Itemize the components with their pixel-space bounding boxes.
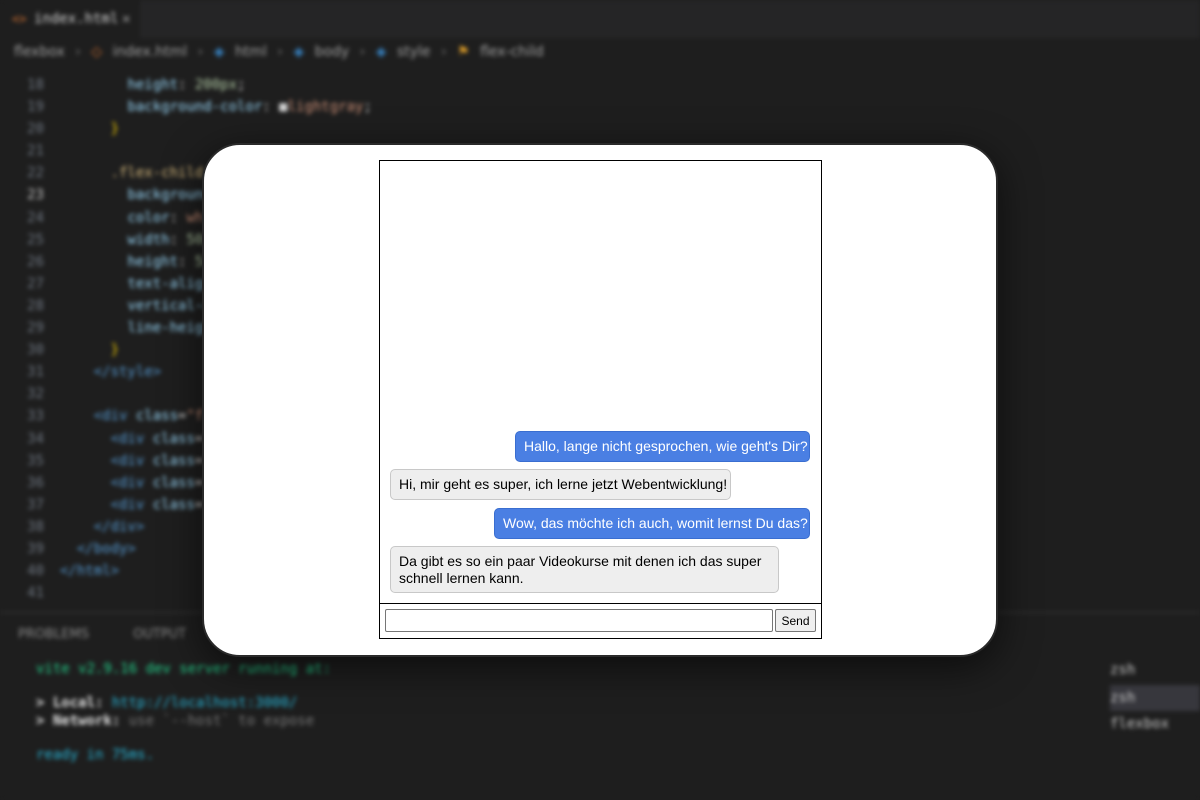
tab-output[interactable]: OUTPUT (133, 627, 186, 642)
terminal-network-label: > Network: (36, 713, 121, 729)
chevron-right-icon: › (359, 44, 366, 60)
code-text: </html> (60, 563, 120, 580)
line-number: 21 (27, 143, 44, 160)
terminal-local-label: > Local: (36, 695, 104, 711)
line-number: 31 (27, 364, 44, 381)
line-number: 18 (27, 77, 44, 93)
terminal-shell-item[interactable]: zsh flexbox (1110, 685, 1200, 732)
tab-problems[interactable]: PROBLEMS (18, 627, 89, 642)
line-number: 19 (27, 99, 44, 116)
line-number: 30 (27, 342, 44, 359)
editor-tab-bar: <> index.html ✕ (0, 0, 1200, 38)
editor-tab-label: index.html (34, 11, 119, 27)
chevron-right-icon: › (197, 44, 204, 60)
line-number: 33 (27, 408, 44, 425)
close-icon[interactable]: ✕ (122, 0, 130, 38)
line-number: 34 (27, 430, 44, 447)
code-text: </body> (76, 540, 136, 557)
chat-window: Hallo, lange nicht gesprochen, wie geht'… (379, 160, 822, 639)
line-number: 26 (27, 253, 44, 270)
breadcrumb-item[interactable]: html (235, 44, 267, 60)
html-file-icon: ◇ (91, 44, 103, 60)
line-number: 24 (27, 209, 44, 226)
code-text: height: 200px; (127, 77, 246, 93)
breadcrumb-item[interactable]: flex-child (480, 44, 544, 60)
terminal-line: > Network: use `--host` to expose (36, 713, 314, 729)
line-number: 41 (27, 585, 44, 602)
line-number: 39 (27, 540, 44, 557)
message-list: Hallo, lange nicht gesprochen, wie geht'… (380, 161, 821, 603)
terminal-line: > Local: http://localhost:3000/ (36, 695, 297, 711)
message-received: Da gibt es so ein paar Videokurse mit de… (390, 546, 779, 593)
breadcrumb: flexbox › ◇ index.html › ◈ html › ◈ body… (14, 44, 550, 66)
line-number: 32 (27, 386, 44, 403)
element-icon: ◈ (213, 44, 225, 60)
terminal-shell-item[interactable]: zsh flexbox (1110, 657, 1200, 704)
terminal-local-url[interactable]: http://localhost:3000/ (112, 695, 297, 711)
line-number: 40 (27, 563, 44, 580)
line-number: 29 (27, 320, 44, 337)
editor-tab-index-html[interactable]: <> index.html ✕ (0, 0, 140, 38)
line-number: 25 (27, 231, 44, 248)
line-number: 23 (27, 187, 44, 204)
chevron-right-icon: › (440, 44, 447, 60)
code-line: 19 background-color: ■lightgray; (0, 96, 1200, 118)
code-text: } (110, 342, 120, 359)
code-text: </style> (93, 364, 162, 381)
terminal-line: ready in 75ms. (36, 747, 154, 763)
code-text: </div> (93, 518, 145, 535)
line-number: 38 (27, 518, 44, 535)
line-number: 37 (27, 496, 44, 513)
send-button[interactable]: Send (775, 609, 816, 632)
chevron-right-icon: › (277, 44, 283, 60)
code-text: background-color: ■lightgray; (127, 99, 372, 116)
element-icon: ◈ (375, 44, 387, 60)
panel-tabs: PROBLEMS OUTPUT (18, 627, 226, 642)
message-sent: Wow, das möchte ich auch, womit lernst D… (494, 508, 810, 539)
html-file-icon: <> (12, 12, 27, 26)
line-number: 27 (27, 275, 44, 292)
code-text: } (110, 121, 120, 138)
line-number: 20 (27, 121, 44, 138)
terminal-line: vite v2.9.16 dev server running at: (36, 661, 331, 677)
message-sent: Hallo, lange nicht gesprochen, wie geht'… (515, 431, 810, 462)
message-input-bar: Send (380, 603, 821, 638)
breadcrumb-item[interactable]: flexbox (14, 44, 65, 60)
code-line: 18 height: 200px; (0, 74, 1200, 96)
chevron-right-icon: › (75, 44, 81, 60)
line-number: 28 (27, 297, 44, 314)
line-number: 22 (27, 165, 44, 182)
breadcrumb-item[interactable]: index.html (113, 44, 188, 60)
breadcrumb-item[interactable]: body (315, 44, 350, 60)
code-line: 20 } (0, 118, 1200, 140)
code-text: .flex-child { (110, 165, 221, 182)
terminal-status-text: vite v2.9.16 dev server running at: (36, 661, 332, 677)
css-class-icon: ⚑ (457, 44, 470, 60)
message-input[interactable] (385, 609, 773, 632)
line-number: 36 (27, 474, 44, 491)
terminal-network-text: use `--host` to expose (128, 713, 315, 729)
message-received: Hi, mir geht es super, ich lerne jetzt W… (390, 469, 731, 500)
terminal-ready-text: ready in 75ms. (36, 747, 155, 763)
element-icon: ◈ (293, 44, 305, 60)
line-number: 35 (27, 452, 44, 469)
breadcrumb-item[interactable]: style (397, 44, 431, 60)
